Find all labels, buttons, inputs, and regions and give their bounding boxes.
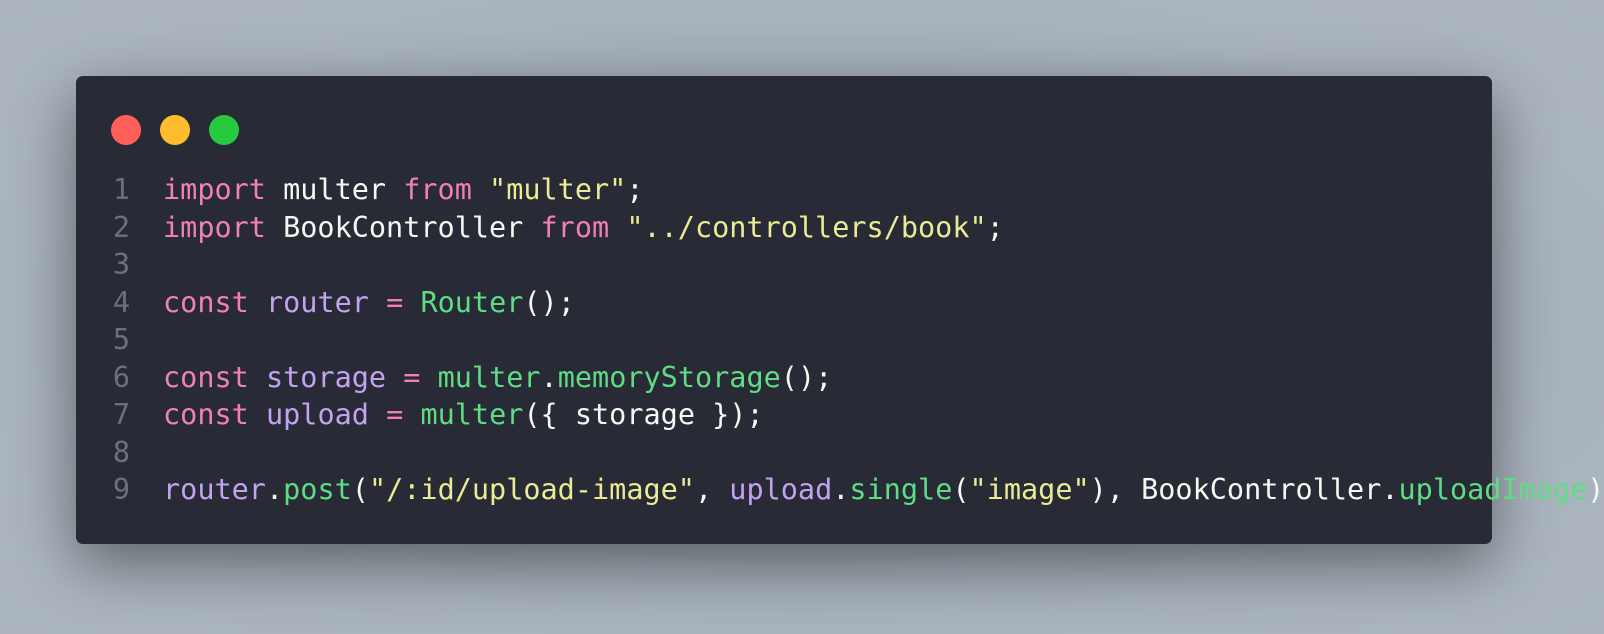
line-number: 1 xyxy=(112,173,130,206)
code-token-kw: from xyxy=(403,173,472,206)
line-source: import multer from "multer"; xyxy=(163,171,644,209)
code-token-var: upload xyxy=(265,398,369,431)
code-token-plain: (); xyxy=(780,360,833,394)
code-token-fn: Router xyxy=(420,285,524,319)
line-number: 3 xyxy=(112,248,130,281)
code-token-plain: BookController xyxy=(265,210,541,244)
code-token-fn: uploadImage xyxy=(1398,473,1588,506)
code-token-kw: const xyxy=(163,285,249,319)
line-source: import BookController from "../controlle… xyxy=(163,209,1004,247)
code-line: 1 import multer from "multer"; xyxy=(76,171,1492,209)
code-line: 8 xyxy=(76,434,1492,472)
line-number: 4 xyxy=(112,285,130,319)
code-token-fn: multer xyxy=(420,398,524,431)
code-token-kw: const xyxy=(163,398,249,431)
code-line: 5 xyxy=(76,321,1492,359)
code-token-var: upload xyxy=(729,473,833,506)
code-token-plain: . xyxy=(540,360,558,394)
code-token-kw: import xyxy=(163,173,266,206)
code-token-str: "image" xyxy=(969,473,1090,506)
code-token-op: = xyxy=(386,398,404,431)
code-token-plain: ( xyxy=(351,473,369,506)
code-token-plain: ; xyxy=(626,173,644,206)
line-number: 6 xyxy=(112,360,130,394)
code-token-var: router xyxy=(265,285,369,319)
code-token-fn: multer xyxy=(437,360,541,394)
code-line: 4 const router = Router(); xyxy=(76,284,1492,322)
code-token-str: "../controllers/book" xyxy=(626,210,987,244)
minimize-dot-icon xyxy=(160,115,190,145)
code-token-kw: import xyxy=(163,210,266,244)
code-line: 9 router.post("/:id/upload-image", upload… xyxy=(76,471,1604,509)
code-token-str: "/:id/upload-image" xyxy=(368,473,695,506)
code-window: 1 import multer from "multer"; 2 import Boo… xyxy=(76,76,1604,544)
code-token-var: router xyxy=(163,473,266,506)
line-source: router.post("/:id/upload-image", upload.… xyxy=(163,471,1604,509)
line-number: 5 xyxy=(112,323,130,356)
code-token-var: storage xyxy=(265,360,387,394)
line-number: 9 xyxy=(112,473,130,506)
maximize-dot-icon xyxy=(209,115,239,145)
line-number: 2 xyxy=(112,210,130,244)
code-token-op: = xyxy=(386,285,404,319)
line-number: 7 xyxy=(112,398,130,431)
code-token-fn: single xyxy=(849,473,953,506)
line-source: const router = Router(); xyxy=(163,284,575,322)
line-number: 8 xyxy=(112,435,130,469)
code-token-plain: , xyxy=(694,473,730,506)
code-token-plain: ); xyxy=(1587,473,1604,506)
code-token-op: = xyxy=(403,360,421,394)
line-source: const upload = multer({ storage }); xyxy=(163,396,764,434)
code-token-kw: const xyxy=(163,360,249,394)
code-token-kw: from xyxy=(540,210,610,244)
code-token-str: "multer" xyxy=(489,173,627,206)
code-line: 6 const storage = multer.memoryStorage(); xyxy=(76,359,1492,397)
code-token-plain: . xyxy=(265,473,284,506)
code-token-plain: (); xyxy=(523,285,575,319)
code-token-fn: memoryStorage xyxy=(557,360,781,394)
code-token-plain: ({ storage }); xyxy=(523,398,764,431)
code-token-plain: ; xyxy=(986,210,1004,244)
code-token-plain: ), BookController. xyxy=(1089,473,1399,506)
code-token-fn: post xyxy=(283,473,352,506)
code-line: 7 const upload = multer({ storage }); xyxy=(76,396,1492,434)
code-line: 3 xyxy=(76,246,1492,284)
code-token-plain: . xyxy=(832,473,850,506)
code-token-plain: multer xyxy=(265,173,404,206)
code-line: 2 import BookController from "../controll… xyxy=(76,209,1492,247)
close-dot-icon xyxy=(111,115,141,145)
code-block: 1 import multer from "multer"; 2 import Boo… xyxy=(76,171,1604,509)
line-source: const storage = multer.memoryStorage(); xyxy=(163,359,832,397)
code-token-plain: ( xyxy=(952,473,970,506)
